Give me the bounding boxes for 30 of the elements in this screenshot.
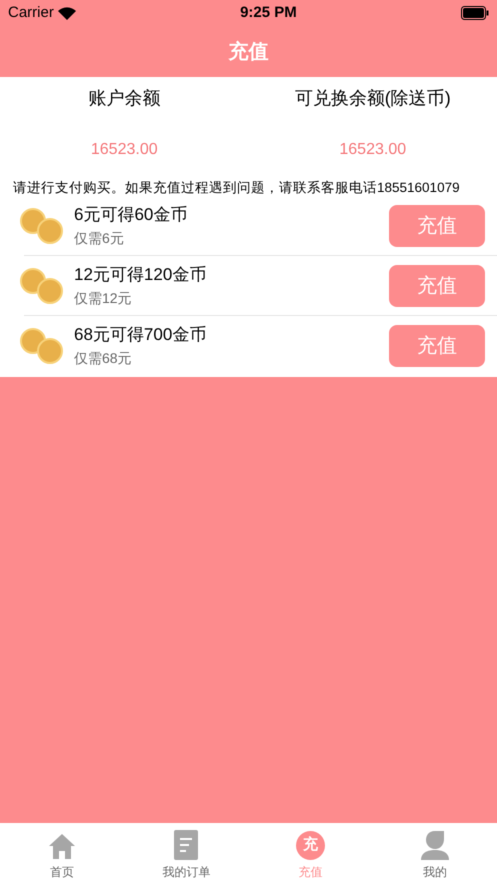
recharge-button[interactable]: 充值 xyxy=(389,325,485,367)
recharge-badge-icon: 充 xyxy=(296,831,326,860)
recharge-button[interactable]: 充值 xyxy=(389,204,485,246)
tab-item[interactable]: 我的订单 xyxy=(124,823,248,883)
package-title: 6元可得60金币 xyxy=(74,204,188,226)
coins-icon xyxy=(18,266,66,306)
tab-item[interactable]: 我的 xyxy=(372,823,497,883)
carrier-text: Carrier xyxy=(8,2,54,23)
package-price: 仅需68元 xyxy=(74,349,133,368)
wifi-icon xyxy=(58,6,76,20)
home-icon xyxy=(48,832,76,860)
package-title: 12元可得120金币 xyxy=(74,264,208,286)
package-title: 68元可得700金币 xyxy=(74,324,208,346)
tab-item[interactable]: 首页 xyxy=(0,823,124,883)
page-title: 充值 xyxy=(228,40,268,64)
package-price: 仅需12元 xyxy=(74,288,133,308)
package-price: 仅需6元 xyxy=(74,228,125,248)
recharge-button[interactable]: 充值 xyxy=(389,264,485,306)
tab-item[interactable]: 充 充值 xyxy=(248,823,373,883)
person-icon xyxy=(420,830,450,860)
document-icon xyxy=(174,830,198,860)
balance-amount: 16523.00 xyxy=(90,140,158,160)
balance-label: 账户余额 xyxy=(88,87,160,110)
clock-text: 9:25 PM xyxy=(240,2,297,23)
battery-icon xyxy=(460,6,489,20)
balance-label: 可兑换余额(除送币) xyxy=(294,87,451,110)
balance-amount: 16523.00 xyxy=(339,140,406,160)
notice-text: 请进行支付购买。如果充值过程遇到问题，请联系客服电话18551601079 xyxy=(12,180,461,196)
coins-icon xyxy=(18,206,66,246)
coins-icon xyxy=(18,326,66,366)
